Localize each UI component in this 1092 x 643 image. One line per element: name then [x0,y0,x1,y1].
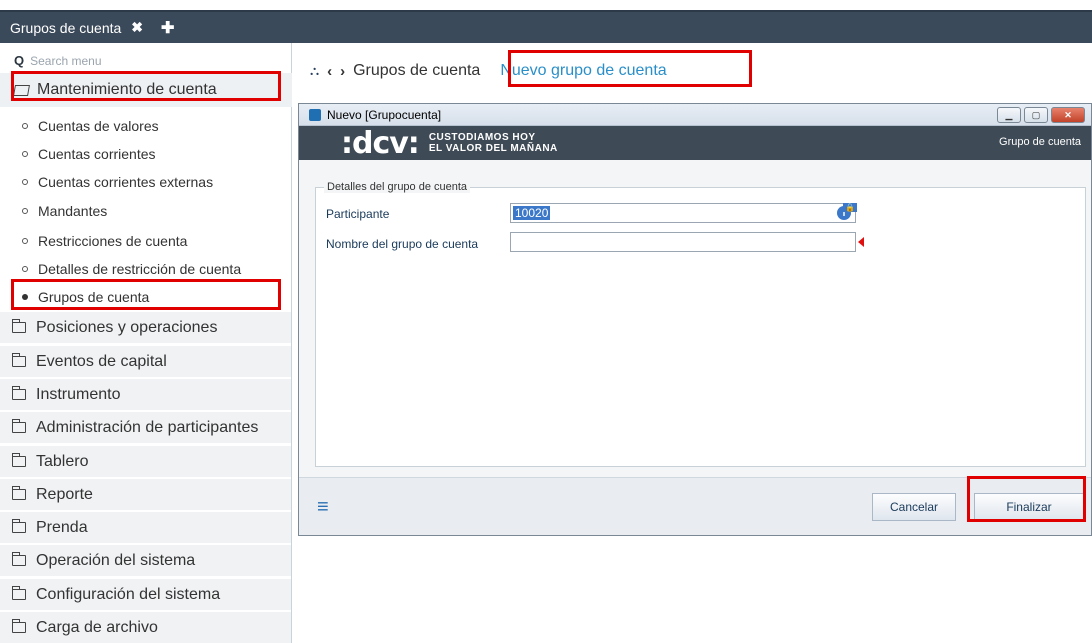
folder-icon [11,586,26,600]
bullet-icon [22,179,28,185]
search-input[interactable]: Search menu [30,54,101,68]
tab-bar: Grupos de cuenta ✖ ✚ [0,10,1092,43]
folder-icon [11,353,26,367]
folder-icon [11,419,26,433]
sidebar-item-mandantes[interactable]: Mandantes [22,203,107,219]
sidebar-item-detalles-restriccion[interactable]: Detalles de restricción de cuenta [22,261,241,277]
sidebar-folder-label: Instrumento [36,385,121,403]
sidebar-folder-configuracion[interactable]: Configuración del sistema [0,578,291,610]
breadcrumb-parent[interactable]: Grupos de cuenta [353,62,480,80]
bullet-icon [22,266,28,272]
highlight-box [11,279,281,310]
folder-icon [11,486,26,500]
sidebar-folder-instrumento[interactable]: Instrumento [0,378,291,410]
bullet-icon [22,208,28,214]
sidebar-folder-prenda[interactable]: Prenda [0,511,291,543]
dialog-titlebar: Nuevo [Grupocuenta] ▁ ▢ ✕ [299,104,1091,126]
sidebar-folder-label: Posiciones y operaciones [36,318,218,336]
lock-icon: 🔒 [843,203,857,212]
folder-icon [11,453,26,467]
tab-label: Grupos de cuenta [10,19,122,36]
sidebar-folder-reporte[interactable]: Reporte [0,478,291,510]
sidebar-item-cuentas-de-valores[interactable]: Cuentas de valores [22,118,159,134]
folder-icon [11,386,26,400]
sidebar-item-cuentas-corrientes[interactable]: Cuentas corrientes [22,146,156,162]
dcv-logo: :dcv: [341,125,420,161]
slogan-line1: CUSTODIAMOS HOY [428,132,536,143]
back-chevron-icon[interactable]: ‹ [327,63,332,80]
sidebar-item-label: Restricciones de cuenta [38,233,188,249]
sidebar-folder-label: Tablero [36,452,89,470]
search-menu[interactable]: Q Search menu [14,53,102,68]
sidebar-item-label: Mandantes [38,203,108,219]
slogan: CUSTODIAMOS HOY EL VALOR DEL MAÑANA [429,132,558,154]
sidebar-item-label: Cuentas de valores [38,118,159,134]
window-controls: ▁ ▢ ✕ [997,107,1085,123]
banner-section-title: Grupo de cuenta [999,136,1081,148]
top-strip [0,0,1092,10]
bullet-icon [22,123,28,129]
close-window-icon[interactable]: ✕ [1051,107,1085,123]
sidebar-folder-label: Administración de participantes [36,418,259,436]
participante-value: 10020 [513,206,551,220]
sitemap-icon[interactable]: ⛬ [310,63,319,79]
folder-icon [11,519,26,533]
highlight-box [967,476,1086,522]
sidebar-folder-eventos[interactable]: Eventos de capital [0,345,291,377]
required-marker-icon [858,237,864,247]
sidebar-folder-operacion[interactable]: Operación del sistema [0,544,291,576]
close-icon[interactable]: ✖ [131,19,143,36]
new-group-dialog: Nuevo [Grupocuenta] ▁ ▢ ✕ :dcv: CUSTODIA… [298,103,1092,536]
fieldset-legend: Detalles del grupo de cuenta [324,181,471,193]
sidebar-folder-tablero[interactable]: Tablero [0,445,291,477]
dcv-banner: :dcv: CUSTODIAMOS HOY EL VALOR DEL MAÑAN… [299,125,1091,161]
participante-label: Participante [326,207,390,221]
sidebar-item-label: Cuentas corrientes [38,146,156,162]
app-icon [309,108,321,121]
search-icon: Q [14,53,25,68]
sidebar-item-label: Detalles de restricción de cuenta [38,261,242,277]
sidebar-folder-label: Prenda [36,518,88,536]
folder-icon [11,552,26,566]
hamburger-menu-icon[interactable]: ≡ [317,496,329,519]
add-tab-icon[interactable]: ✚ [161,18,174,38]
sidebar-folder-label: Configuración del sistema [36,585,221,603]
group-details-fieldset: Detalles del grupo de cuenta Participant… [315,181,1086,467]
forward-chevron-icon[interactable]: › [340,63,345,80]
sidebar-folder-carga[interactable]: Carga de archivo [0,611,291,643]
sidebar-folder-label: Reporte [36,485,93,503]
nombre-grupo-field[interactable] [510,232,856,252]
folder-icon [11,319,26,333]
sidebar-folder-administracion[interactable]: Administración de participantes [0,411,291,443]
maximize-icon[interactable]: ▢ [1024,107,1048,123]
sidebar-folder-label: Eventos de capital [36,352,167,370]
highlight-box [11,71,281,101]
sidebar-item-restricciones[interactable]: Restricciones de cuenta [22,233,187,249]
dialog-title: Nuevo [Grupocuenta] [327,107,442,122]
cancel-button[interactable]: Cancelar [872,493,956,521]
sidebar-item-cuentas-corrientes-externas[interactable]: Cuentas corrientes externas [22,174,213,190]
sidebar-folder-posiciones[interactable]: Posiciones y operaciones [0,311,291,343]
sidebar-folder-label: Operación del sistema [36,551,196,569]
minimize-icon[interactable]: ▁ [997,107,1021,123]
tab-grupos-de-cuenta[interactable]: Grupos de cuenta ✖ ✚ [0,12,205,43]
sidebar-item-label: Cuentas corrientes externas [38,174,214,190]
slogan-line2: EL VALOR DEL MAÑANA [428,143,558,154]
highlight-box [508,50,752,87]
participante-field[interactable]: 10020 i 🔒 [510,203,857,223]
sidebar: Q Search menu Mantenimiento de cuenta Cu… [0,43,292,643]
bullet-icon [22,151,28,157]
bullet-icon [22,238,28,244]
nombre-label: Nombre del grupo de cuenta [326,237,479,251]
folder-icon [11,619,26,633]
sidebar-folder-label: Carga de archivo [36,618,158,636]
